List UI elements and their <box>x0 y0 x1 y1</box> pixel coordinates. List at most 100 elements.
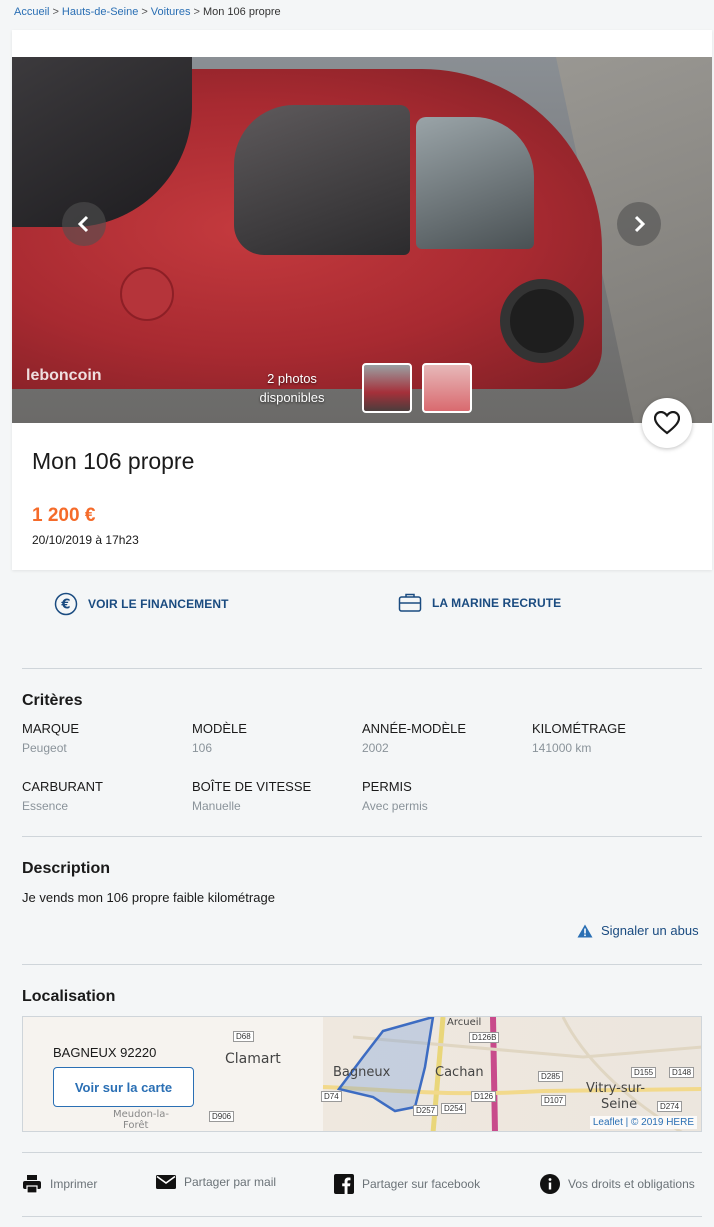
divider <box>22 964 702 965</box>
print-label: Imprimer <box>50 1177 98 1191</box>
map-place-label: Arcueil <box>447 1017 482 1028</box>
leboncoin-watermark-logo: leboncoin <box>26 367 102 384</box>
road-label: D126B <box>469 1032 500 1043</box>
criteria-value: 2002 <box>362 741 389 755</box>
map-attribution[interactable]: Leaflet | © 2019 HERE <box>589 1116 697 1129</box>
car-tire <box>500 279 584 363</box>
breadcrumb-separator: > <box>193 6 200 18</box>
briefcase-icon <box>398 593 422 612</box>
mail-icon <box>156 1175 176 1189</box>
criteria-value: Manuelle <box>192 799 241 813</box>
ad-date: 20/10/2019 à 17h23 <box>32 533 139 547</box>
description-title: Description <box>22 860 111 877</box>
criteria-label: MODÈLE <box>192 721 247 736</box>
favorite-button[interactable] <box>642 398 692 448</box>
warning-icon <box>577 924 593 937</box>
divider <box>22 668 702 669</box>
chevron-right-icon <box>634 215 646 233</box>
criteria-title: Critères <box>22 692 83 709</box>
location-map[interactable]: Clamart Bagneux Cachan Vitry-sur- Seine … <box>22 1016 702 1132</box>
share-mail-label: Partager par mail <box>184 1175 277 1189</box>
photo-count-line: disponibles <box>259 390 325 405</box>
description-text: Je vends mon 106 propre faible kilométra… <box>22 890 275 905</box>
rights-label: Vos droits et obligations <box>568 1177 695 1191</box>
view-on-map-button[interactable]: Voir sur la carte <box>53 1067 194 1107</box>
criteria-item: KILOMÉTRAGE 141000 km <box>532 721 692 755</box>
criteria-value: Avec permis <box>362 799 428 813</box>
criteria-item: ANNÉE-MODÈLE 2002 <box>362 721 522 755</box>
criteria-item: BOÎTE DE VITESSE Manuelle <box>192 779 352 813</box>
photo-thumbnail[interactable] <box>422 363 472 413</box>
criteria-item: PERMIS Avec permis <box>362 779 522 813</box>
share-mail-button[interactable]: Partager par mail <box>156 1174 276 1190</box>
info-icon <box>540 1174 560 1194</box>
ad-photo[interactable]: leboncoin 2 photos disponibles <box>12 57 712 423</box>
criteria-item: MARQUE Peugeot <box>22 721 182 755</box>
breadcrumb-category-link[interactable]: Voitures <box>151 6 191 18</box>
financing-link[interactable]: € VOIR LE FINANCEMENT <box>54 592 229 616</box>
euro-circle-icon: € <box>54 592 78 616</box>
criteria-label: BOÎTE DE VITESSE <box>192 779 312 794</box>
share-facebook-label: Partager sur facebook <box>362 1177 481 1191</box>
road-label: D126 <box>471 1091 497 1102</box>
chevron-left-icon <box>77 215 89 233</box>
road-label: D254 <box>441 1103 467 1114</box>
breadcrumb: Accueil > Hauts-de-Seine > Voitures > Mon 106 … <box>14 6 281 18</box>
road-label: D148 <box>669 1067 695 1078</box>
map-place-label: Forêt <box>123 1120 149 1131</box>
map-place-label: Cachan <box>435 1065 484 1080</box>
photo-count-line: 2 photos <box>267 371 317 386</box>
criteria-value: 141000 km <box>532 741 592 755</box>
photo-thumbnail[interactable] <box>362 363 412 413</box>
breadcrumb-home-link[interactable]: Accueil <box>14 6 49 18</box>
divider <box>22 1216 702 1217</box>
map-place-label: Clamart <box>225 1051 281 1067</box>
breadcrumb-region-link[interactable]: Hauts-de-Seine <box>62 6 138 18</box>
criteria-value: 106 <box>192 741 213 755</box>
road-label: D285 <box>538 1071 564 1082</box>
printer-icon <box>23 1175 41 1194</box>
recruit-label: LA MARINE RECRUTE <box>432 596 562 610</box>
road-label: D74 <box>321 1091 342 1102</box>
print-button[interactable]: Imprimer <box>22 1174 97 1194</box>
criteria-item: MODÈLE 106 <box>192 721 352 755</box>
criteria-label: KILOMÉTRAGE <box>532 721 626 736</box>
next-photo-button[interactable] <box>617 202 661 246</box>
road-label: D155 <box>631 1067 657 1078</box>
recruit-link[interactable]: LA MARINE RECRUTE <box>398 592 561 614</box>
ad-card: leboncoin 2 photos disponibles Mon 106 p… <box>12 30 712 570</box>
road-label: D107 <box>541 1095 567 1106</box>
road-label: D906 <box>209 1111 235 1122</box>
breadcrumb-separator: > <box>52 6 59 18</box>
breadcrumb-separator: > <box>141 6 148 18</box>
previous-photo-button[interactable] <box>62 202 106 246</box>
share-facebook-button[interactable]: Partager sur facebook <box>334 1174 480 1194</box>
report-abuse-label: Signaler un abus <box>601 923 699 938</box>
location-address: BAGNEUX 92220 <box>53 1045 157 1060</box>
map-place-label: Meudon-la- <box>113 1109 170 1120</box>
map-place-label: Vitry-sur- <box>586 1081 646 1096</box>
car-window <box>416 117 534 249</box>
financing-label: VOIR LE FINANCEMENT <box>88 597 229 611</box>
heart-icon <box>654 411 680 435</box>
photo-count: 2 photos disponibles <box>252 369 332 407</box>
divider <box>22 836 702 837</box>
ad-title: Mon 106 propre <box>32 448 195 474</box>
road-label: D274 <box>657 1101 683 1112</box>
report-abuse-link[interactable]: Signaler un abus <box>577 923 699 938</box>
criteria-label: PERMIS <box>362 779 412 794</box>
map-place-label: Seine <box>601 1097 638 1112</box>
rights-link[interactable]: Vos droits et obligations <box>540 1174 695 1194</box>
ad-price: 1 200 € <box>32 505 96 526</box>
svg-text:€: € <box>60 598 70 613</box>
car-window <box>234 105 410 255</box>
criteria-label: CARBURANT <box>22 779 103 794</box>
criteria-item: CARBURANT Essence <box>22 779 182 813</box>
criteria-label: ANNÉE-MODÈLE <box>362 721 467 736</box>
car-fuel-cap <box>120 267 174 321</box>
criteria-value: Peugeot <box>22 741 67 755</box>
criteria-value: Essence <box>22 799 69 813</box>
facebook-icon <box>334 1174 354 1194</box>
criteria-label: MARQUE <box>22 721 80 736</box>
breadcrumb-current: Mon 106 propre <box>202 6 281 18</box>
